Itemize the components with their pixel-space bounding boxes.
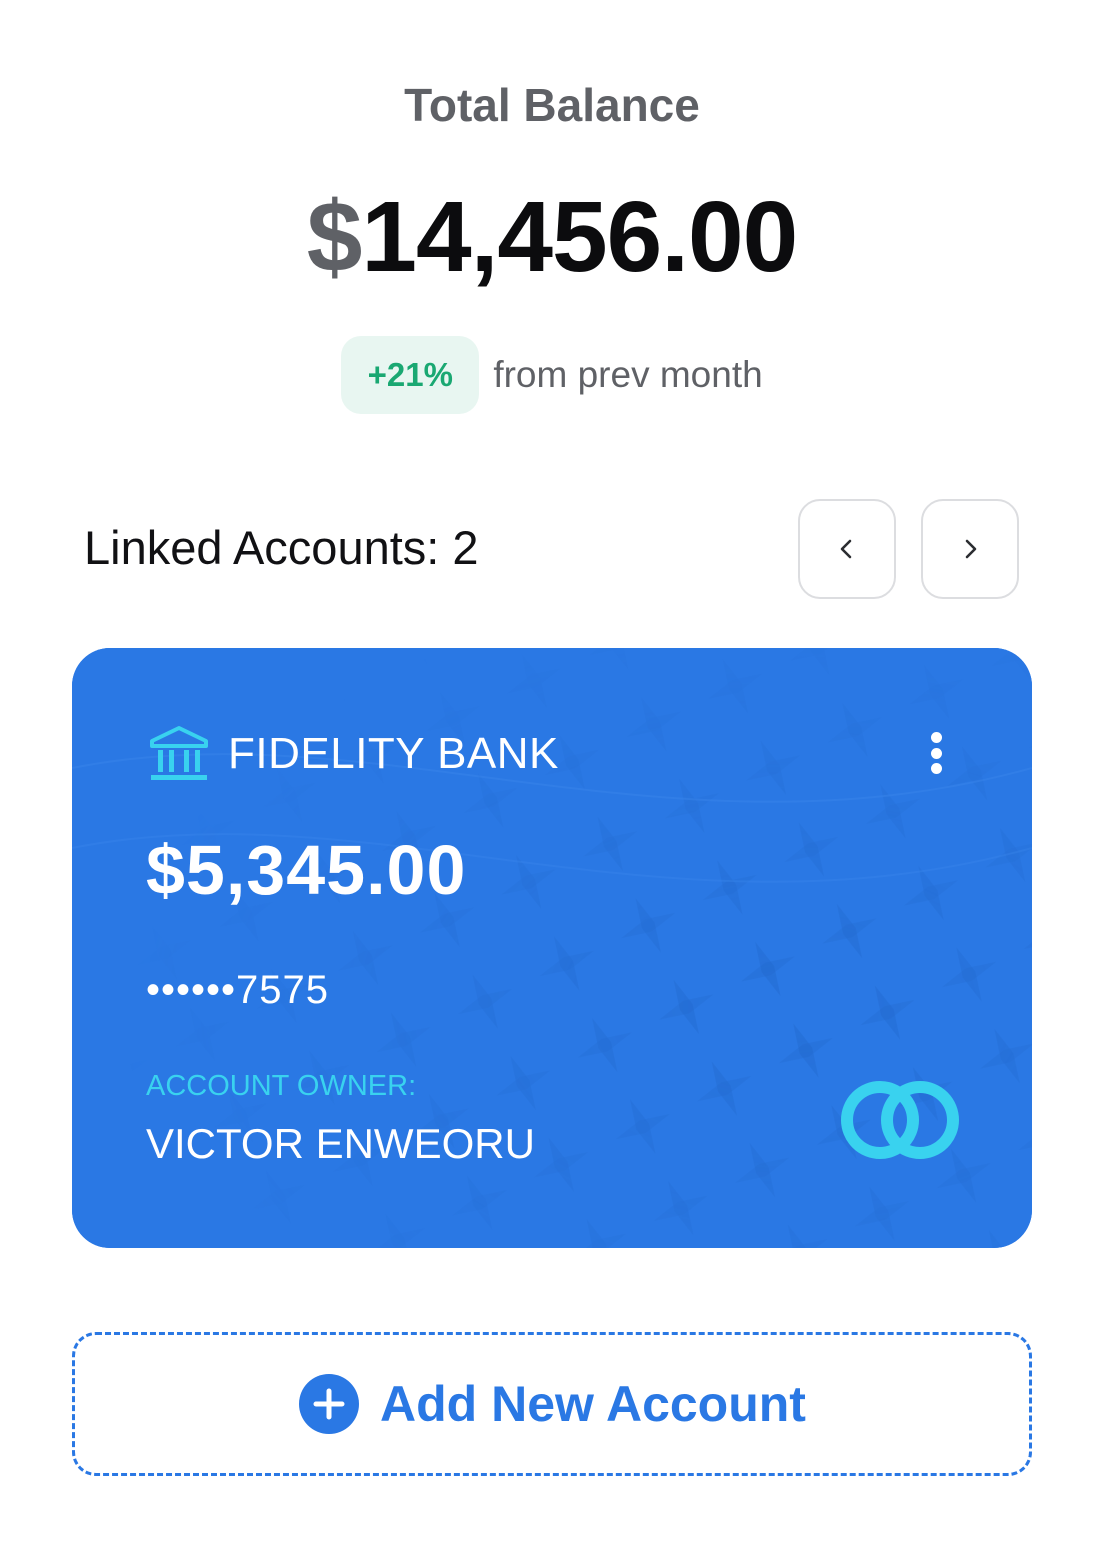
previous-account-button[interactable] [798,499,896,599]
next-account-button[interactable] [921,499,1019,599]
card-options-button[interactable] [920,728,952,778]
add-new-account-label: Add New Account [380,1376,806,1432]
balance-screen: Total Balance $14,456.00 +21% from prev … [0,0,1104,1548]
card-balance: $5,345.00 [146,831,467,909]
add-new-account-button[interactable]: Add New Account [72,1332,1032,1476]
total-balance-amount: $14,456.00 [0,180,1104,295]
bank-name: FIDELITY BANK [228,729,559,778]
chevron-right-icon [965,539,977,559]
linked-accounts-title: Linked Accounts: 2 [84,521,479,574]
account-card[interactable]: FIDELITY BANK $5,345.00 ••••••7575 ACCOU… [72,648,1032,1248]
chevron-left-icon [840,539,852,559]
plus-circle-icon [299,1374,360,1434]
account-owner-label: ACCOUNT OWNER: [146,1070,417,1102]
change-badge: +21% [341,336,480,414]
card-masked-number: ••••••7575 [146,968,330,1012]
balance-change-row: +21% from prev month [0,336,1104,414]
card-content: FIDELITY BANK $5,345.00 ••••••7575 ACCOU… [72,648,1032,1248]
total-balance-currency: $ [306,181,363,293]
total-balance-value: 14,456.00 [361,181,798,293]
bank-row: FIDELITY BANK [148,724,559,784]
card-network-logo-icon [841,1081,959,1159]
change-caption: from prev month [493,354,763,395]
bank-icon [150,726,208,780]
account-owner-name: VICTOR ENWEORU [146,1120,535,1167]
total-balance-label: Total Balance [404,79,700,131]
more-vertical-icon [930,732,942,743]
